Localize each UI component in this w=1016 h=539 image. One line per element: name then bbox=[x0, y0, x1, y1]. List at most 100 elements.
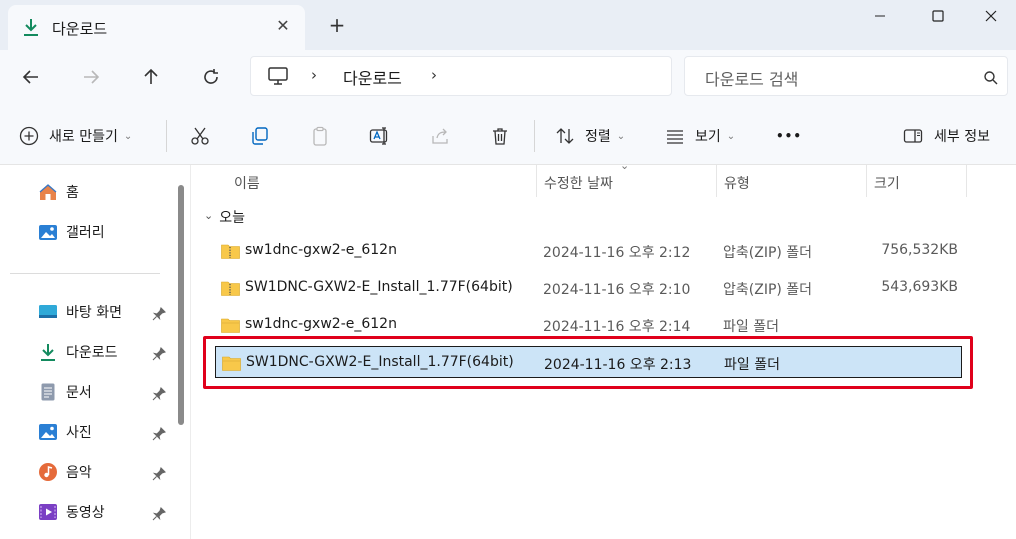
details-button[interactable]: 세부 정보 bbox=[902, 120, 990, 152]
file-row[interactable]: sw1dnc-gxw2-e_612n 2024-11-16 오후 2:12 압축… bbox=[215, 235, 962, 267]
search-placeholder: 다운로드 검색 bbox=[705, 70, 799, 89]
sidebar-item-gallery[interactable]: 갤러리 bbox=[38, 219, 105, 245]
file-type: 압축(ZIP) 폴더 bbox=[723, 245, 813, 261]
group-header-today[interactable]: ⌄ 오늘 bbox=[204, 207, 245, 227]
sidebar-item-label: 다운로드 bbox=[66, 345, 118, 361]
sort-label: 정렬 bbox=[585, 129, 611, 145]
file-date: 2024-11-16 오후 2:10 bbox=[543, 282, 691, 298]
navigation-pane: 홈 갤러리 바탕 화면 다운로드 문서 사진 음악 동영상 bbox=[0, 165, 190, 539]
tab-downloads[interactable]: 다운로드 ✕ bbox=[8, 5, 305, 50]
address-bar: › 다운로드 › 다운로드 검색 bbox=[0, 50, 1016, 106]
music-icon bbox=[38, 462, 58, 482]
maximize-button[interactable] bbox=[908, 0, 968, 32]
view-button[interactable]: 보기 ⌄ bbox=[664, 120, 735, 152]
more-options-button[interactable]: ••• bbox=[776, 120, 802, 152]
sidebar-item-home[interactable]: 홈 bbox=[38, 179, 79, 205]
new-button[interactable]: 새로 만들기 ⌄ bbox=[18, 120, 132, 152]
desktop-icon bbox=[38, 302, 58, 322]
trash-icon bbox=[489, 125, 511, 147]
column-header-date[interactable]: 수정한 날짜 bbox=[544, 173, 613, 193]
column-header-type[interactable]: 유형 bbox=[724, 173, 750, 193]
search-icon[interactable] bbox=[983, 70, 999, 86]
view-label: 보기 bbox=[695, 129, 721, 145]
file-type: 파일 폴더 bbox=[723, 319, 779, 335]
column-header-name[interactable]: 이름 bbox=[234, 173, 260, 193]
forward-button[interactable] bbox=[76, 62, 106, 92]
plus-circle-icon bbox=[18, 125, 40, 147]
back-button[interactable] bbox=[16, 62, 46, 92]
sidebar-item-label: 바탕 화면 bbox=[66, 305, 122, 321]
details-label: 세부 정보 bbox=[934, 129, 990, 145]
maximize-icon bbox=[932, 10, 944, 22]
rename-button[interactable] bbox=[369, 120, 391, 152]
sort-button[interactable]: 정렬 ⌄ bbox=[554, 120, 625, 152]
tab-close-icon[interactable]: ✕ bbox=[272, 15, 294, 37]
sidebar-item-pictures[interactable]: 사진 bbox=[38, 419, 92, 445]
sidebar-item-videos[interactable]: 동영상 bbox=[38, 499, 105, 525]
pin-icon[interactable] bbox=[152, 306, 167, 321]
sidebar-item-label: 동영상 bbox=[66, 505, 105, 521]
column-divider[interactable] bbox=[966, 165, 967, 197]
sidebar-item-music[interactable]: 음악 bbox=[38, 459, 92, 485]
zip-folder-icon bbox=[221, 280, 240, 296]
sidebar-item-label: 사진 bbox=[66, 425, 92, 441]
new-label: 새로 만들기 bbox=[49, 129, 118, 145]
breadcrumb-separator[interactable]: › bbox=[311, 66, 317, 84]
column-divider[interactable] bbox=[866, 165, 867, 197]
paste-button[interactable] bbox=[309, 120, 331, 152]
zip-folder-icon bbox=[221, 243, 240, 259]
pin-icon[interactable] bbox=[152, 506, 167, 521]
breadcrumb[interactable]: › 다운로드 › bbox=[250, 56, 672, 96]
details-pane-icon bbox=[902, 125, 924, 147]
breadcrumb-separator[interactable]: › bbox=[431, 66, 437, 84]
download-icon bbox=[22, 17, 40, 37]
delete-button[interactable] bbox=[489, 120, 511, 152]
file-name: sw1dnc-gxw2-e_612n bbox=[245, 242, 397, 258]
refresh-button[interactable] bbox=[196, 62, 226, 92]
pin-icon[interactable] bbox=[152, 466, 167, 481]
sort-indicator-icon: ⌄ bbox=[620, 159, 630, 172]
back-arrow-icon bbox=[22, 70, 38, 84]
minimize-icon bbox=[875, 15, 885, 17]
pictures-icon bbox=[38, 422, 58, 442]
pane-divider[interactable] bbox=[190, 165, 191, 539]
pin-icon[interactable] bbox=[152, 426, 167, 441]
documents-icon bbox=[38, 382, 58, 402]
sidebar-item-label: 음악 bbox=[66, 465, 92, 481]
sidebar-item-documents[interactable]: 문서 bbox=[38, 379, 92, 405]
column-divider[interactable] bbox=[536, 165, 537, 197]
share-icon bbox=[429, 125, 451, 147]
download-icon bbox=[38, 342, 58, 362]
forward-arrow-icon bbox=[84, 70, 100, 84]
pin-icon[interactable] bbox=[152, 386, 167, 401]
this-pc-icon[interactable] bbox=[267, 66, 289, 86]
up-arrow-icon bbox=[144, 68, 158, 84]
divider bbox=[166, 120, 167, 152]
file-name: sw1dnc-gxw2-e_612n bbox=[245, 316, 397, 332]
close-icon bbox=[985, 10, 997, 22]
sidebar-item-downloads[interactable]: 다운로드 bbox=[38, 339, 118, 365]
breadcrumb-item-downloads[interactable]: 다운로드 bbox=[343, 65, 402, 89]
sidebar-item-label: 문서 bbox=[66, 385, 92, 401]
sidebar-scrollbar[interactable] bbox=[178, 185, 184, 425]
rename-icon bbox=[369, 125, 391, 147]
column-header-size[interactable]: 크기 bbox=[874, 173, 900, 193]
sidebar-item-desktop[interactable]: 바탕 화면 bbox=[38, 299, 122, 325]
new-tab-button[interactable]: + bbox=[326, 14, 348, 36]
chevron-down-icon: ⌄ bbox=[616, 130, 626, 142]
file-size: 756,532KB bbox=[881, 242, 958, 258]
sidebar-item-label: 갤러리 bbox=[66, 225, 105, 241]
cut-button[interactable] bbox=[189, 120, 211, 152]
close-button[interactable] bbox=[966, 0, 1016, 32]
copy-button[interactable] bbox=[249, 120, 271, 152]
up-button[interactable] bbox=[136, 62, 166, 92]
pin-icon[interactable] bbox=[152, 346, 167, 361]
share-button[interactable] bbox=[429, 120, 451, 152]
file-date: 2024-11-16 오후 2:12 bbox=[543, 245, 691, 261]
search-input[interactable]: 다운로드 검색 bbox=[684, 56, 1008, 96]
file-row[interactable]: SW1DNC-GXW2-E_Install_1.77F(64bit) 2024-… bbox=[215, 272, 962, 304]
title-bar: 다운로드 ✕ + bbox=[0, 0, 1016, 50]
sort-icon bbox=[554, 125, 576, 147]
minimize-button[interactable] bbox=[850, 0, 910, 32]
column-divider[interactable] bbox=[716, 165, 717, 197]
